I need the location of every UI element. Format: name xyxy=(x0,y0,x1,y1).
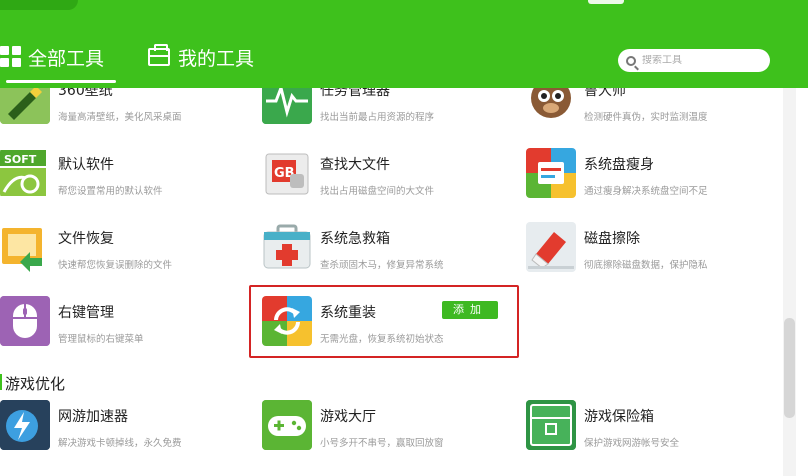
mouse-icon xyxy=(0,296,50,346)
tool-desc: 小号多开不串号，赢取回放窗 xyxy=(320,438,444,449)
tab-all-tools-label: 全部工具 xyxy=(28,47,105,70)
tool-name: 系统急救箱 xyxy=(320,231,390,247)
tab-my-tools[interactable]: 我的工具 xyxy=(148,42,254,72)
tool-item[interactable]: GB 查找大文件找出占用磁盘空间的大文件 xyxy=(262,148,434,208)
tool-item[interactable]: 系统盘瘦身通过瘦身解决系统盘空间不足 xyxy=(526,148,708,208)
tool-name: 游戏大厅 xyxy=(320,409,376,425)
tool-item[interactable]: 右键管理管理鼠标的右键菜单 xyxy=(0,296,144,356)
tool-desc: 找出当前最占用资源的程序 xyxy=(320,112,435,123)
search-box[interactable] xyxy=(618,49,770,72)
tool-desc: 找出占用磁盘空间的大文件 xyxy=(320,186,435,197)
tool-desc: 快速帮您恢复误删除的文件 xyxy=(58,260,173,271)
tool-desc: 检测硬件真伪，实时监测温度 xyxy=(584,112,708,123)
tool-desc: 管理鼠标的右键菜单 xyxy=(58,334,144,345)
search-input[interactable] xyxy=(642,55,752,66)
tool-name: 右键管理 xyxy=(58,305,114,321)
svg-text:SOFT: SOFT xyxy=(4,153,37,166)
tool-name: 系统盘瘦身 xyxy=(584,157,654,173)
scrollbar[interactable] xyxy=(783,88,796,476)
tool-name: 默认软件 xyxy=(58,157,114,173)
tool-desc: 彻底擦除磁盘数据，保护隐私 xyxy=(584,260,708,271)
tool-desc: 查杀顽固木马，修复异常系统 xyxy=(320,260,444,271)
tool-desc: 海量高清壁纸，美化风采桌面 xyxy=(58,112,182,123)
disk-slim-icon xyxy=(526,148,576,198)
tool-desc: 通过瘦身解决系统盘空间不足 xyxy=(584,186,708,197)
tool-item[interactable]: 文件恢复快速帮您恢复误删除的文件 xyxy=(0,222,172,282)
tool-item[interactable]: 游戏大厅小号多开不串号，赢取回放窗 xyxy=(262,400,444,460)
tool-name: 游戏保险箱 xyxy=(584,409,654,425)
tool-item[interactable]: 系统急救箱查杀顽固木马，修复异常系统 xyxy=(262,222,444,282)
header-top-mark xyxy=(588,0,624,4)
tool-name: 网游加速器 xyxy=(58,409,128,425)
safe-box-icon xyxy=(526,400,576,450)
header-corner-decoration xyxy=(0,0,78,10)
first-aid-kit-icon xyxy=(262,222,312,272)
lightning-shield-icon xyxy=(0,400,50,450)
eraser-icon xyxy=(526,222,576,272)
highlight-box xyxy=(249,285,519,358)
section-title: 游戏优化 xyxy=(5,375,66,393)
tool-name: 查找大文件 xyxy=(320,157,390,173)
gamepad-icon xyxy=(262,400,312,450)
search-icon xyxy=(626,55,636,66)
tool-item[interactable]: 网游加速器解决游戏卡顿掉线，永久免费 xyxy=(0,400,182,460)
soft-icon: SOFT xyxy=(0,148,50,198)
header-bar: 全部工具 我的工具 xyxy=(0,0,808,88)
tab-all-tools[interactable]: 全部工具 xyxy=(0,42,104,72)
active-tab-underline xyxy=(6,80,116,83)
file-restore-icon xyxy=(0,222,50,272)
tool-desc: 保护游戏网游帐号安全 xyxy=(584,438,680,449)
tab-my-tools-label: 我的工具 xyxy=(178,47,255,70)
scrollbar-thumb[interactable] xyxy=(784,318,795,418)
tool-desc: 帮您设置常用的默认软件 xyxy=(58,186,163,197)
tool-name: 磁盘擦除 xyxy=(584,231,640,247)
grid-icon xyxy=(0,46,22,68)
gb-file-icon: GB xyxy=(262,148,312,198)
tool-item[interactable]: 游戏保险箱保护游戏网游帐号安全 xyxy=(526,400,679,460)
tool-item[interactable]: SOFT 默认软件帮您设置常用的默认软件 xyxy=(0,148,163,208)
toolbox-icon xyxy=(148,44,170,66)
tool-desc: 解决游戏卡顿掉线，永久免费 xyxy=(58,438,182,449)
tool-item[interactable]: 磁盘擦除彻底擦除磁盘数据，保护隐私 xyxy=(526,222,708,282)
section-marker xyxy=(0,374,2,390)
tool-name: 文件恢复 xyxy=(58,231,114,247)
